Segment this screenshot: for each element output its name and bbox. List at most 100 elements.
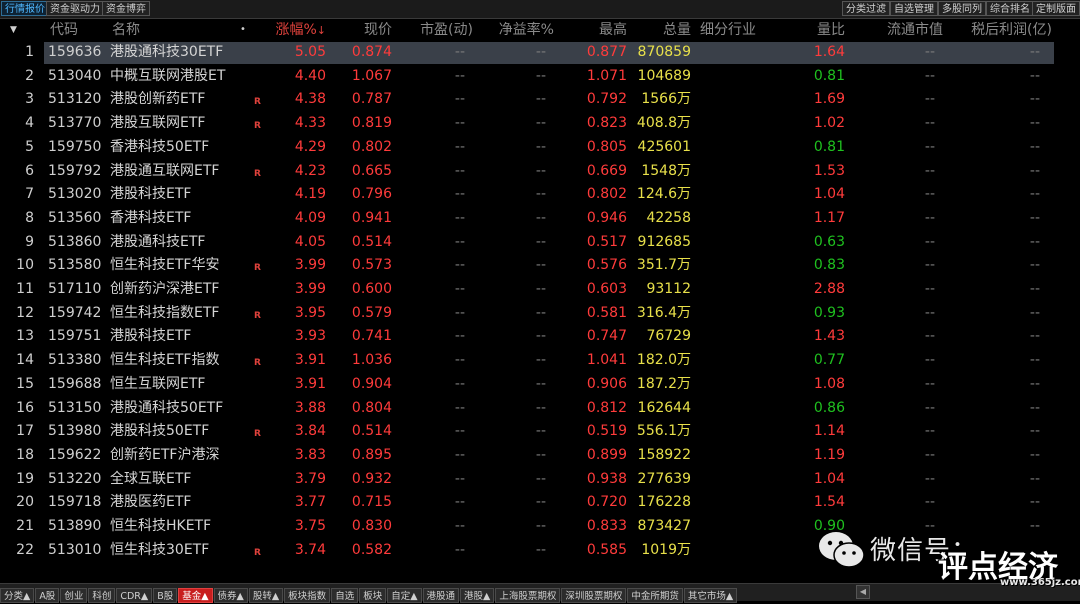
tab-capital-game[interactable]: 资金博弈 (102, 1, 150, 16)
row-index: 15 (16, 375, 34, 392)
volume-ratio: 1.14 (813, 423, 845, 440)
net-profit-value: -- (1029, 257, 1040, 274)
composite-rank-button[interactable]: 综合排名 (986, 1, 1034, 16)
table-row[interactable]: 4 513770 港股互联网ETF R 4.33 0.819 -- -- 0.823 408.8万… (0, 112, 1080, 136)
column-header-volume-ratio[interactable]: 量比 (800, 19, 845, 41)
column-header-volume[interactable]: 总量 (632, 19, 691, 41)
table-row[interactable]: 14 513380 恒生科技ETF指数 R 3.91 1.036 -- -- 1.041 182.… (0, 349, 1080, 373)
total-volume: 1019万 (641, 541, 691, 558)
change-percent: 3.84 (294, 423, 326, 440)
multi-stock-button[interactable]: 多股同列 (938, 1, 986, 16)
tab-market-quotes[interactable]: 行情报价 (1, 1, 49, 16)
current-price: 0.741 (351, 328, 392, 345)
index-marker-icon[interactable]: ▼ (10, 19, 17, 41)
market-tab[interactable]: 创业 (60, 588, 88, 603)
security-name: 香港科技ETF (110, 209, 192, 226)
market-tab-bar: 分类▲ A股 创业 科创 CDR▲ B股 基金▲ 债券▲ 股转▲ 板块指数 自选 板块 自定▲ 港股通 港股… (0, 583, 1080, 603)
pe-value: -- (454, 541, 465, 558)
float-mcap-value: -- (924, 233, 935, 250)
column-header-price[interactable]: 现价 (335, 19, 392, 41)
market-tab[interactable]: 债券▲ (213, 588, 248, 603)
security-name: 港股医药ETF (110, 494, 192, 511)
market-tab[interactable]: 基金▲ (178, 588, 213, 603)
change-percent: 5.05 (294, 44, 326, 60)
roe-value: -- (535, 304, 546, 321)
column-header-industry[interactable]: 细分行业 (700, 19, 756, 41)
market-tab[interactable]: 深圳股票期权 (561, 588, 627, 603)
roe-value: -- (535, 518, 546, 534)
high-price: 0.906 (586, 375, 627, 392)
current-price: 0.802 (351, 138, 392, 155)
high-price: 1.071 (586, 67, 627, 84)
market-tab[interactable]: 上海股票期权 (495, 588, 561, 603)
current-price: 0.895 (351, 446, 392, 463)
column-header-float-mcap[interactable]: 流通市值 (870, 19, 943, 41)
table-row[interactable]: 10 513580 恒生科技ETF华安 R 3.99 0.573 -- -- 0.576 351.… (0, 254, 1080, 278)
table-row[interactable]: 6 159792 港股通互联网ETF R 4.23 0.665 -- -- 0.669 1548万… (0, 160, 1080, 184)
column-header-name[interactable]: 名称 (112, 19, 140, 41)
table-row[interactable]: 16 513150 港股通科技50ETF 3.88 0.804 -- -- 0.812 1626… (0, 397, 1080, 421)
market-tab[interactable]: 科创 (88, 588, 116, 603)
table-row[interactable]: 12 159742 恒生科技指数ETF R 3.95 0.579 -- -- 0.581 316.… (0, 302, 1080, 326)
market-tab[interactable]: 板块指数 (284, 588, 331, 603)
market-tab[interactable]: 股转▲ (248, 588, 284, 603)
category-filter-button[interactable]: 分类过滤 (842, 1, 890, 16)
column-header-change[interactable]: 涨幅%↓ (268, 19, 326, 41)
current-price: 0.941 (351, 209, 392, 226)
security-name: 全球互联ETF (110, 470, 192, 487)
table-row[interactable]: 18 159622 创新药ETF沪港深 3.83 0.895 -- -- 0.899 15892… (0, 444, 1080, 468)
table-row[interactable]: 20 159718 港股医药ETF 3.77 0.715 -- -- 0.720 176228 1… (0, 491, 1080, 515)
current-price: 1.036 (351, 352, 392, 369)
market-tab[interactable]: 自选 (331, 588, 359, 603)
custom-layout-button[interactable]: 定制版面 (1032, 1, 1080, 16)
table-row[interactable]: 17 513980 港股科技50ETF R 3.84 0.514 -- -- 0.519 556.… (0, 420, 1080, 444)
volume-ratio: 2.88 (813, 281, 845, 297)
column-header-high[interactable]: 最高 (572, 19, 627, 41)
column-header-pe-dynamic[interactable]: 市盈(动) (400, 19, 473, 41)
table-row[interactable]: 13 159751 港股科技ETF 3.93 0.741 -- -- 0.747 76729 1.… (0, 325, 1080, 349)
table-row[interactable]: 1 159636 港股通科技30ETF 5.05 0.874 -- -- 0.877 87085… (0, 41, 1080, 65)
net-profit-value: -- (1029, 446, 1040, 463)
column-header-net-profit[interactable]: 税后利润(亿) (960, 19, 1052, 41)
net-profit-value: -- (1029, 352, 1040, 369)
volume-ratio: 0.86 (813, 399, 845, 416)
net-profit-value: -- (1029, 44, 1040, 60)
table-row[interactable]: 8 513560 香港科技ETF 4.09 0.941 -- -- 0.946 42258 1.1… (0, 207, 1080, 231)
net-profit-value: -- (1029, 399, 1040, 416)
market-tab[interactable]: 港股通 (422, 588, 460, 603)
current-price: 0.904 (351, 375, 392, 392)
market-tab[interactable]: 分类▲ (0, 588, 35, 603)
total-volume: 873427 (637, 518, 691, 534)
table-row[interactable]: 7 513020 港股科技ETF 4.19 0.796 -- -- 0.802 124.6万 1.… (0, 183, 1080, 207)
market-tab[interactable]: 中金所期货 (627, 588, 683, 603)
roe-value: -- (535, 328, 546, 345)
table-row[interactable]: 5 159750 香港科技50ETF 4.29 0.802 -- -- 0.805 425601… (0, 136, 1080, 160)
total-volume: 187.2万 (636, 375, 691, 392)
table-row[interactable]: 3 513120 港股创新药ETF R 4.38 0.787 -- -- 0.792 1566万 1… (0, 88, 1080, 112)
float-mcap-value: -- (924, 44, 935, 60)
market-tab[interactable]: CDR▲ (116, 588, 153, 603)
volume-ratio: 1.19 (813, 446, 845, 463)
security-name: 港股科技ETF (110, 328, 192, 345)
change-percent: 4.23 (294, 162, 326, 179)
table-row[interactable]: 19 513220 全球互联ETF 3.79 0.932 -- -- 0.938 277639 1… (0, 468, 1080, 492)
security-name: 港股通科技30ETF (110, 44, 224, 60)
market-tab[interactable]: 港股▲ (460, 588, 495, 603)
column-header-roe[interactable]: 净益率% (480, 19, 554, 41)
market-tab[interactable]: A股 (35, 588, 60, 603)
tab-capital-driver[interactable]: 资金驱动力 (46, 1, 104, 16)
market-tab[interactable]: 其它市场▲ (683, 588, 738, 603)
table-row[interactable]: 15 159688 恒生互联网ETF 3.91 0.904 -- -- 0.906 187.2万… (0, 373, 1080, 397)
market-tab[interactable]: 板块 (359, 588, 387, 603)
table-row[interactable]: 9 513860 港股通科技ETF 4.05 0.514 -- -- 0.517 912685 0… (0, 231, 1080, 255)
table-row[interactable]: 11 517110 创新药沪深港ETF 3.99 0.600 -- -- 0.603 93112… (0, 278, 1080, 302)
current-price: 0.665 (351, 162, 392, 179)
table-row[interactable]: 2 513040 中概互联网港股ET 4.40 1.067 -- -- 1.071 104689… (0, 65, 1080, 89)
scroll-left-icon[interactable]: ◀ (856, 585, 870, 599)
change-percent: 3.91 (294, 352, 326, 369)
watchlist-manage-button[interactable]: 自选管理 (890, 1, 938, 16)
market-tab[interactable]: 自定▲ (387, 588, 422, 603)
row-index: 10 (16, 257, 34, 274)
column-header-code[interactable]: 代码 (50, 19, 78, 41)
market-tab[interactable]: B股 (153, 588, 178, 603)
